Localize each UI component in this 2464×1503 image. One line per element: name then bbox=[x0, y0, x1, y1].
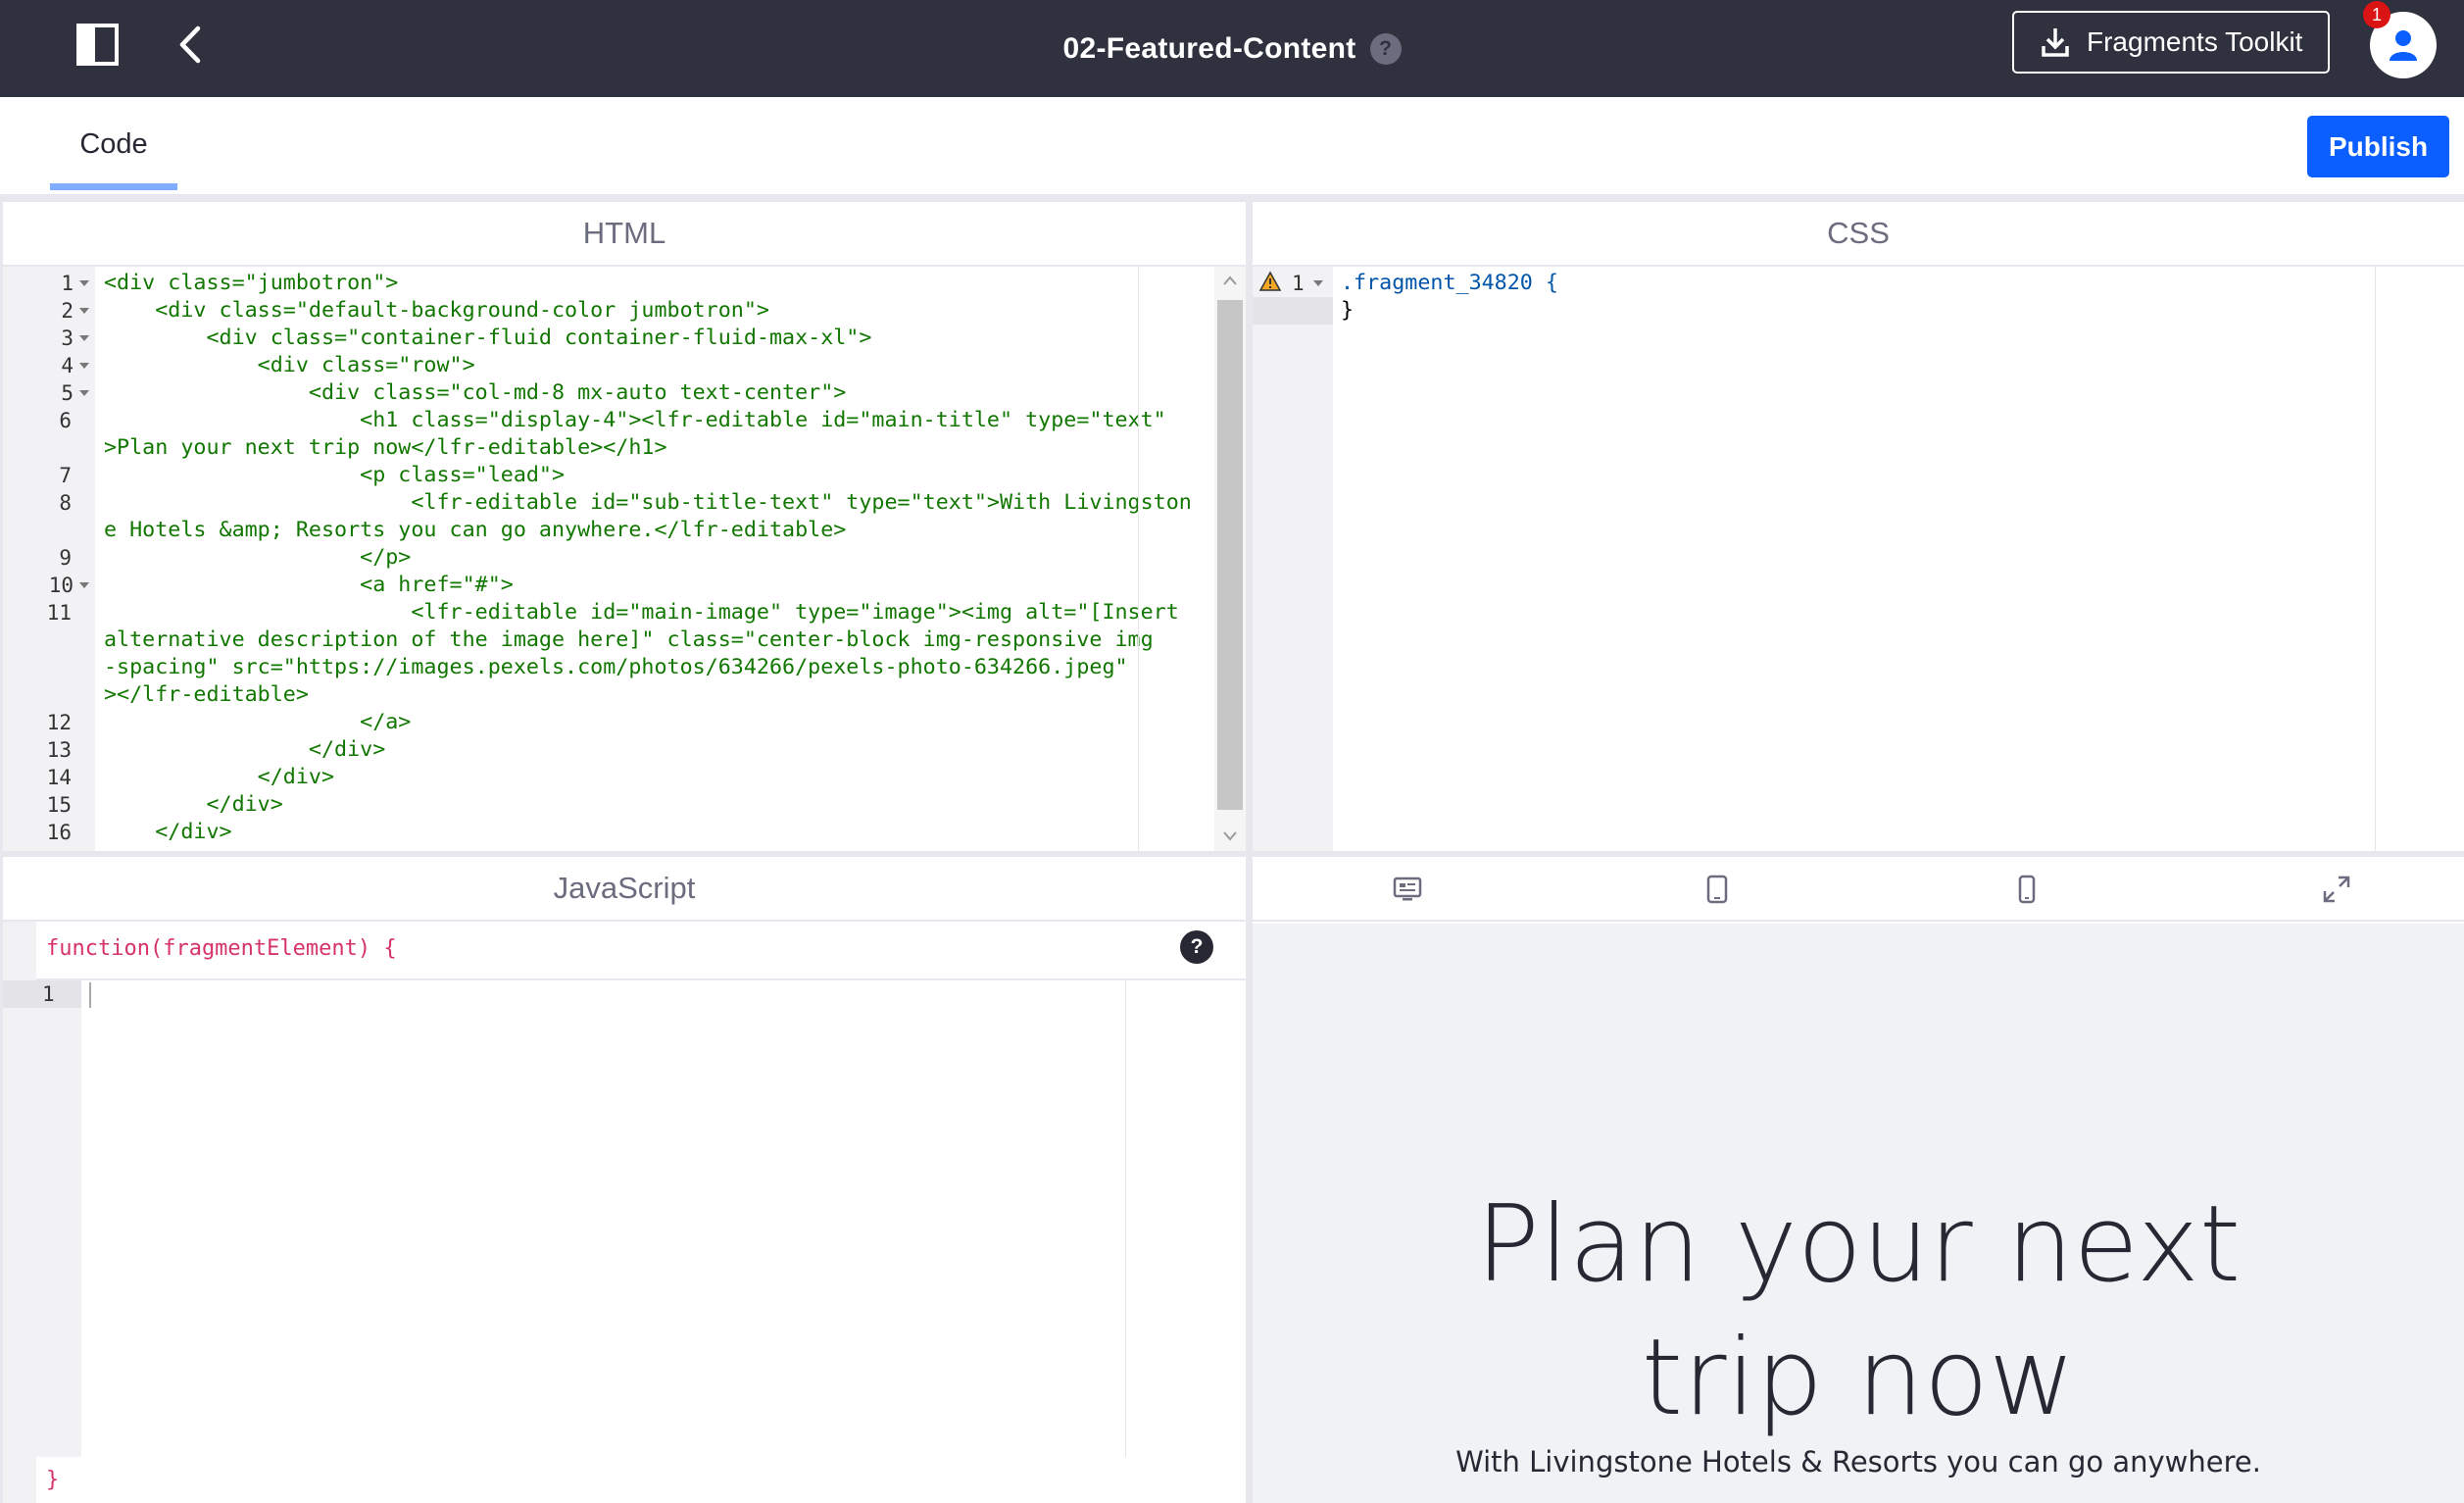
fragments-toolkit-label: Fragments Toolkit bbox=[2087, 26, 2303, 57]
fold-arrow-icon[interactable] bbox=[1313, 280, 1323, 286]
html-code-editor[interactable]: 1 2 3 4 5 6 7 8 9 10 11 12 13 14 15 16 <div class="jumb… bbox=[3, 267, 1246, 851]
top-bar: 02-Featured-Content ? Fragments Toolkit … bbox=[0, 0, 2464, 97]
html-code-line: <a href="#"> bbox=[104, 573, 514, 597]
js-help-icon[interactable]: ? bbox=[1180, 930, 1213, 964]
page-title: 02-Featured-Content bbox=[1062, 31, 1356, 65]
preview-title[interactable]: Plan your next trip now bbox=[1253, 1178, 2464, 1445]
html-code-line: </div> bbox=[104, 737, 386, 762]
publish-button[interactable]: Publish bbox=[2307, 116, 2449, 177]
html-code-line: e Hotels &amp; Resorts you can go anywhe… bbox=[104, 518, 847, 542]
fragments-toolkit-button[interactable]: Fragments Toolkit bbox=[2012, 11, 2330, 74]
js-function-open: function(fragmentElement) { bbox=[46, 936, 397, 961]
fold-arrow-icon[interactable] bbox=[79, 335, 89, 341]
js-function-close: } bbox=[46, 1468, 60, 1492]
css-line-numbers: 1 2 bbox=[1253, 267, 1333, 851]
html-code-line: >Plan your next trip now</lfr-editable><… bbox=[104, 435, 667, 460]
sidebar-toggle-icon[interactable] bbox=[76, 24, 119, 66]
html-code-line: <div class="jumbotron"> bbox=[104, 271, 399, 295]
javascript-panel-header: JavaScript bbox=[3, 857, 1246, 922]
html-code-line: ></lfr-editable> bbox=[104, 682, 309, 707]
download-icon bbox=[2042, 28, 2069, 57]
html-code-lines[interactable]: <div class="jumbotron"> <div class="defa… bbox=[104, 267, 1192, 851]
tab-code[interactable]: Code bbox=[50, 97, 177, 191]
preview-title-text: Plan your next trip now bbox=[1475, 1183, 2242, 1439]
html-line-number: 7 bbox=[59, 464, 72, 487]
preview-toolbar bbox=[1253, 857, 2464, 922]
html-code-line: </div> bbox=[104, 792, 283, 817]
fold-arrow-icon[interactable] bbox=[79, 308, 89, 314]
html-line-number: 15 bbox=[46, 793, 72, 817]
scroll-up-icon[interactable] bbox=[1222, 275, 1238, 286]
fold-arrow-icon[interactable] bbox=[79, 582, 89, 588]
css-panel-header: CSS bbox=[1253, 202, 2464, 267]
html-line-number: 16 bbox=[46, 821, 72, 844]
back-chevron-icon[interactable] bbox=[174, 24, 207, 66]
html-code-line: <div class="default-background-color jum… bbox=[104, 298, 769, 323]
preview-canvas: Plan your next trip now With Livingstone… bbox=[1253, 924, 2464, 1503]
preview-panel: Plan your next trip now With Livingstone… bbox=[1253, 857, 2464, 1503]
html-code-line: <lfr-editable id="sub-title-text" type="… bbox=[104, 490, 1192, 515]
warning-icon bbox=[1258, 271, 1282, 291]
html-scroll-thumb[interactable] bbox=[1217, 300, 1243, 810]
html-line-number: 3 bbox=[61, 326, 74, 350]
preview-subtitle[interactable]: With Livingstone Hotels & Resorts you ca… bbox=[1253, 1445, 2464, 1478]
html-line-number: 10 bbox=[48, 574, 74, 597]
html-line-number: 5 bbox=[61, 381, 74, 405]
html-code-line: -spacing" src="https://images.pexels.com… bbox=[104, 655, 1128, 679]
html-line-numbers: 1 2 3 4 5 6 7 8 9 10 11 12 13 14 15 16 bbox=[3, 267, 95, 851]
css-code-lines[interactable]: .fragment_34820 { } bbox=[1341, 267, 2419, 851]
javascript-editor-panel: JavaScript function(fragmentElement) { ?… bbox=[3, 857, 1246, 1503]
expand-icon[interactable] bbox=[2321, 874, 2352, 905]
fold-arrow-icon[interactable] bbox=[79, 390, 89, 396]
html-code-line: </div> bbox=[104, 820, 232, 844]
desktop-icon[interactable] bbox=[1392, 874, 1423, 905]
html-code-line: </p> bbox=[104, 545, 412, 570]
css-line-number: 1 bbox=[1292, 272, 1305, 295]
html-code-line: </div> bbox=[104, 765, 335, 789]
html-code-line: <div class="row"> bbox=[104, 353, 475, 377]
html-panel-header: HTML bbox=[3, 202, 1246, 267]
css-code-line: .fragment_34820 { bbox=[1341, 271, 1558, 295]
notification-badge: 1 bbox=[2363, 1, 2390, 28]
html-code-line: </a> bbox=[104, 710, 412, 734]
html-line-number: 8 bbox=[59, 491, 72, 515]
html-line-number: 6 bbox=[59, 409, 72, 432]
scroll-down-icon[interactable] bbox=[1222, 829, 1238, 841]
help-icon[interactable]: ? bbox=[1369, 32, 1402, 65]
html-code-line: <lfr-editable id="main-image" type="imag… bbox=[104, 600, 1179, 625]
text-cursor bbox=[89, 982, 91, 1008]
html-line-number: 1 bbox=[61, 272, 74, 295]
html-code-line: alternative description of the image her… bbox=[104, 627, 1154, 652]
html-code-line: <div class="container-fluid container-fl… bbox=[104, 326, 872, 350]
js-line-numbers: 1 bbox=[3, 980, 81, 1457]
html-editor-panel: HTML 1 2 3 4 5 6 7 8 9 10 11 12 13 14 15 16 <div class=… bbox=[3, 202, 1246, 851]
active-tab-indicator bbox=[50, 183, 177, 190]
html-line-number: 12 bbox=[46, 711, 72, 734]
html-line-number: 13 bbox=[46, 738, 72, 762]
html-code-line: <h1 class="display-4"><lfr-editable id="… bbox=[104, 408, 1166, 432]
html-line-number: 11 bbox=[46, 601, 72, 625]
css-code-line: } bbox=[1341, 298, 1355, 323]
user-icon bbox=[2390, 30, 2417, 61]
mobile-icon[interactable] bbox=[2011, 874, 2043, 905]
js-code-editor[interactable]: 1 bbox=[3, 980, 1246, 1457]
html-code-line: <p class="lead"> bbox=[104, 463, 566, 487]
html-line-number: 2 bbox=[61, 299, 74, 323]
tabs-bar: Code Publish bbox=[0, 97, 2464, 194]
html-line-number: 4 bbox=[61, 354, 74, 377]
css-code-editor[interactable]: 1 2 .fragment_34820 { } bbox=[1253, 267, 2464, 851]
html-line-number: 9 bbox=[59, 546, 72, 570]
tablet-icon[interactable] bbox=[1701, 874, 1733, 905]
fold-arrow-icon[interactable] bbox=[79, 363, 89, 369]
html-scrollbar[interactable] bbox=[1214, 267, 1246, 851]
js-line-number: 1 bbox=[42, 982, 55, 1006]
html-line-number: 14 bbox=[46, 766, 72, 789]
fold-arrow-icon[interactable] bbox=[79, 280, 89, 286]
html-code-line: <div class="col-md-8 mx-auto text-center… bbox=[104, 380, 847, 405]
css-editor-panel: CSS 1 2 .fragment_34820 { } bbox=[1253, 202, 2464, 851]
